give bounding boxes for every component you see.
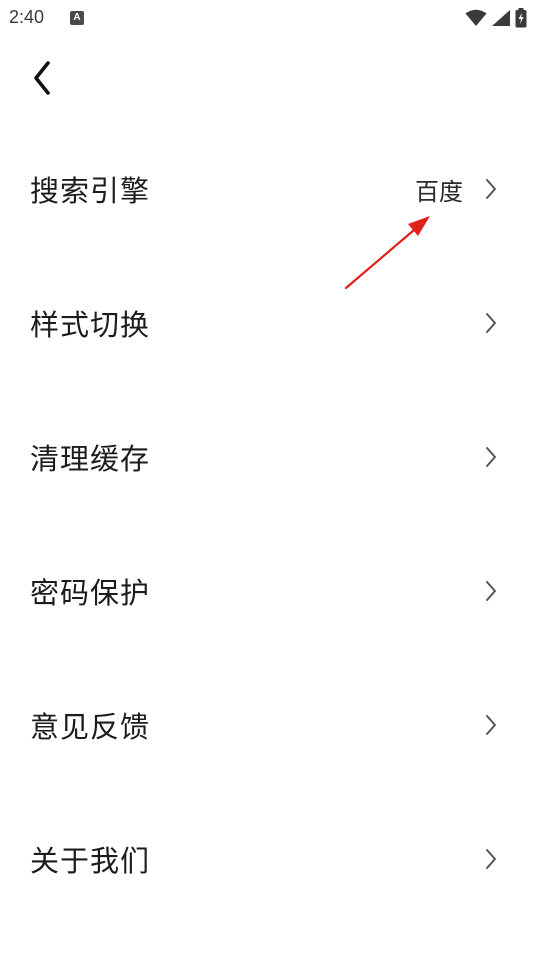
settings-item-clear-cache[interactable]: 清理缓存 <box>0 390 537 524</box>
settings-item-style-switch[interactable]: 样式切换 <box>0 256 537 390</box>
settings-item-label: 样式切换 <box>30 308 151 342</box>
battery-charging-icon <box>515 8 527 28</box>
chevron-right-icon <box>486 447 496 467</box>
settings-item-label: 关于我们 <box>30 844 151 878</box>
settings-item-password-protection[interactable]: 密码保护 <box>0 524 537 658</box>
cellular-signal-icon <box>492 10 510 26</box>
settings-item-label: 搜索引擎 <box>30 174 151 208</box>
chevron-right-icon <box>486 313 496 333</box>
settings-item-feedback[interactable]: 意见反馈 <box>0 658 537 792</box>
settings-item-about-us[interactable]: 关于我们 <box>0 792 537 926</box>
status-bar: 2:40 A <box>0 0 537 36</box>
chevron-right-icon <box>486 849 496 869</box>
wifi-icon <box>465 9 487 26</box>
status-icons <box>465 8 527 28</box>
chevron-right-icon <box>486 581 496 601</box>
settings-item-search-engine[interactable]: 搜索引擎 百度 <box>0 122 537 256</box>
settings-item-label: 密码保护 <box>30 576 151 610</box>
settings-item-label: 意见反馈 <box>30 710 151 744</box>
settings-item-value: 百度 <box>415 178 463 206</box>
status-time: 2:40 <box>9 7 45 27</box>
settings-item-label: 清理缓存 <box>30 442 151 476</box>
chevron-right-icon <box>486 715 496 735</box>
settings-list: 搜索引擎 百度 样式切换 清理缓存 密码保护 意见反馈 关于我们 <box>0 122 537 926</box>
chevron-left-icon <box>34 61 50 95</box>
notification-app-icon: A <box>70 11 84 25</box>
back-button[interactable] <box>24 56 60 100</box>
chevron-right-icon <box>486 179 496 199</box>
